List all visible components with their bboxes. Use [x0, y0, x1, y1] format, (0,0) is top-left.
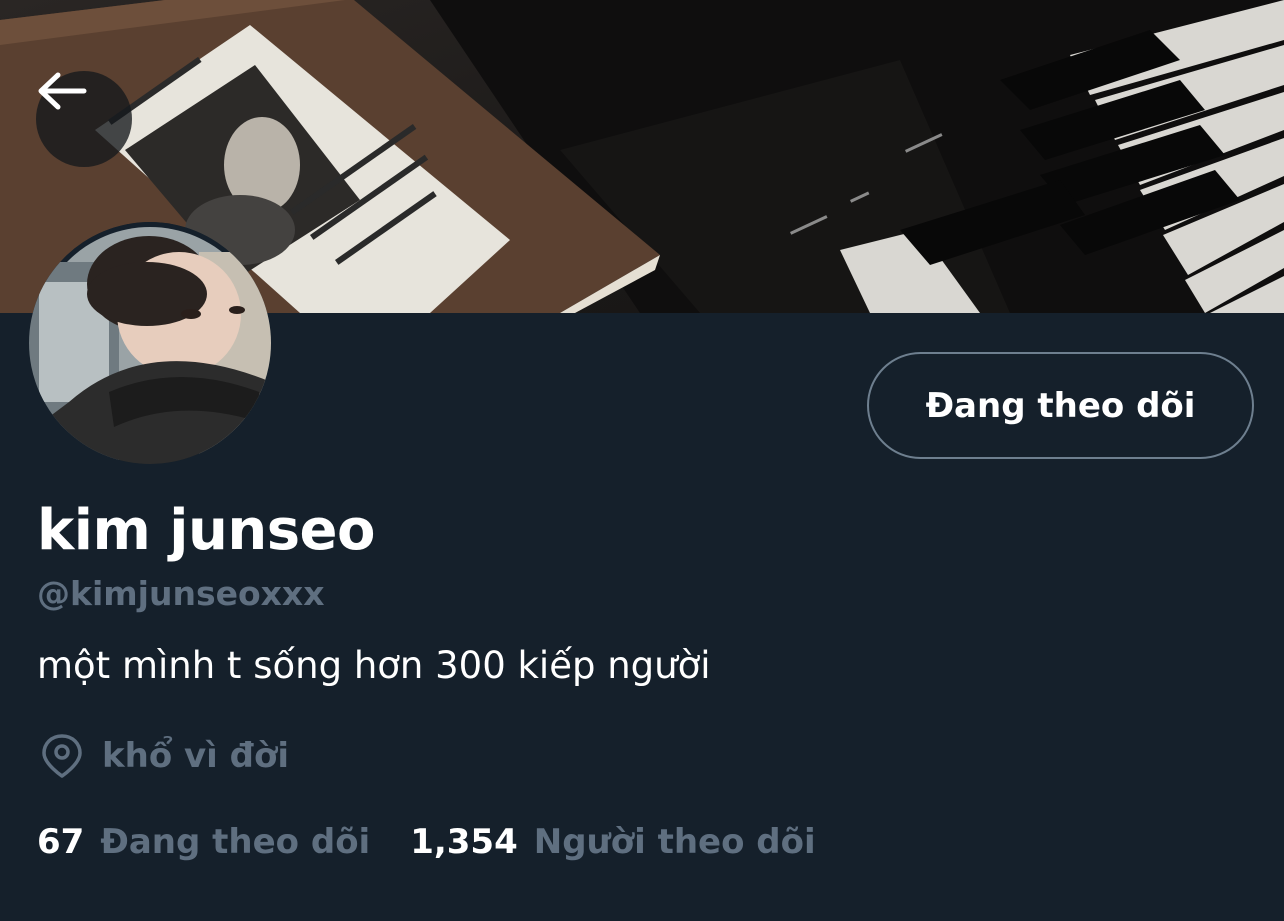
avatar[interactable]	[29, 222, 271, 464]
display-name: kim junseo	[37, 498, 376, 563]
followers-count: 1,354	[410, 822, 518, 862]
location-label: khổ vì đời	[102, 736, 290, 776]
username-handle: @kimjunseoxxx	[37, 574, 325, 613]
back-button[interactable]	[36, 71, 132, 167]
following-label: Đang theo dõi	[100, 822, 371, 862]
profile-location: khổ vì đời	[40, 733, 289, 779]
following-stat[interactable]: 67 Đang theo dõi	[37, 822, 370, 862]
following-count: 67	[37, 822, 85, 862]
followers-label: Người theo dõi	[533, 822, 816, 862]
profile-bio: một mình t sống hơn 300 kiếp người	[37, 644, 711, 687]
profile-page: Đang theo dõi kim junseo @kimjunseoxxx m…	[0, 0, 1284, 921]
follow-stats: 67 Đang theo dõi 1,354 Người theo dõi	[37, 822, 816, 862]
location-pin-icon	[42, 734, 82, 778]
avatar-image	[29, 222, 271, 464]
arrow-left-icon	[38, 72, 87, 110]
following-button[interactable]: Đang theo dõi	[867, 352, 1254, 459]
followers-stat[interactable]: 1,354 Người theo dõi	[410, 822, 815, 862]
following-button-label: Đang theo dõi	[925, 385, 1196, 426]
